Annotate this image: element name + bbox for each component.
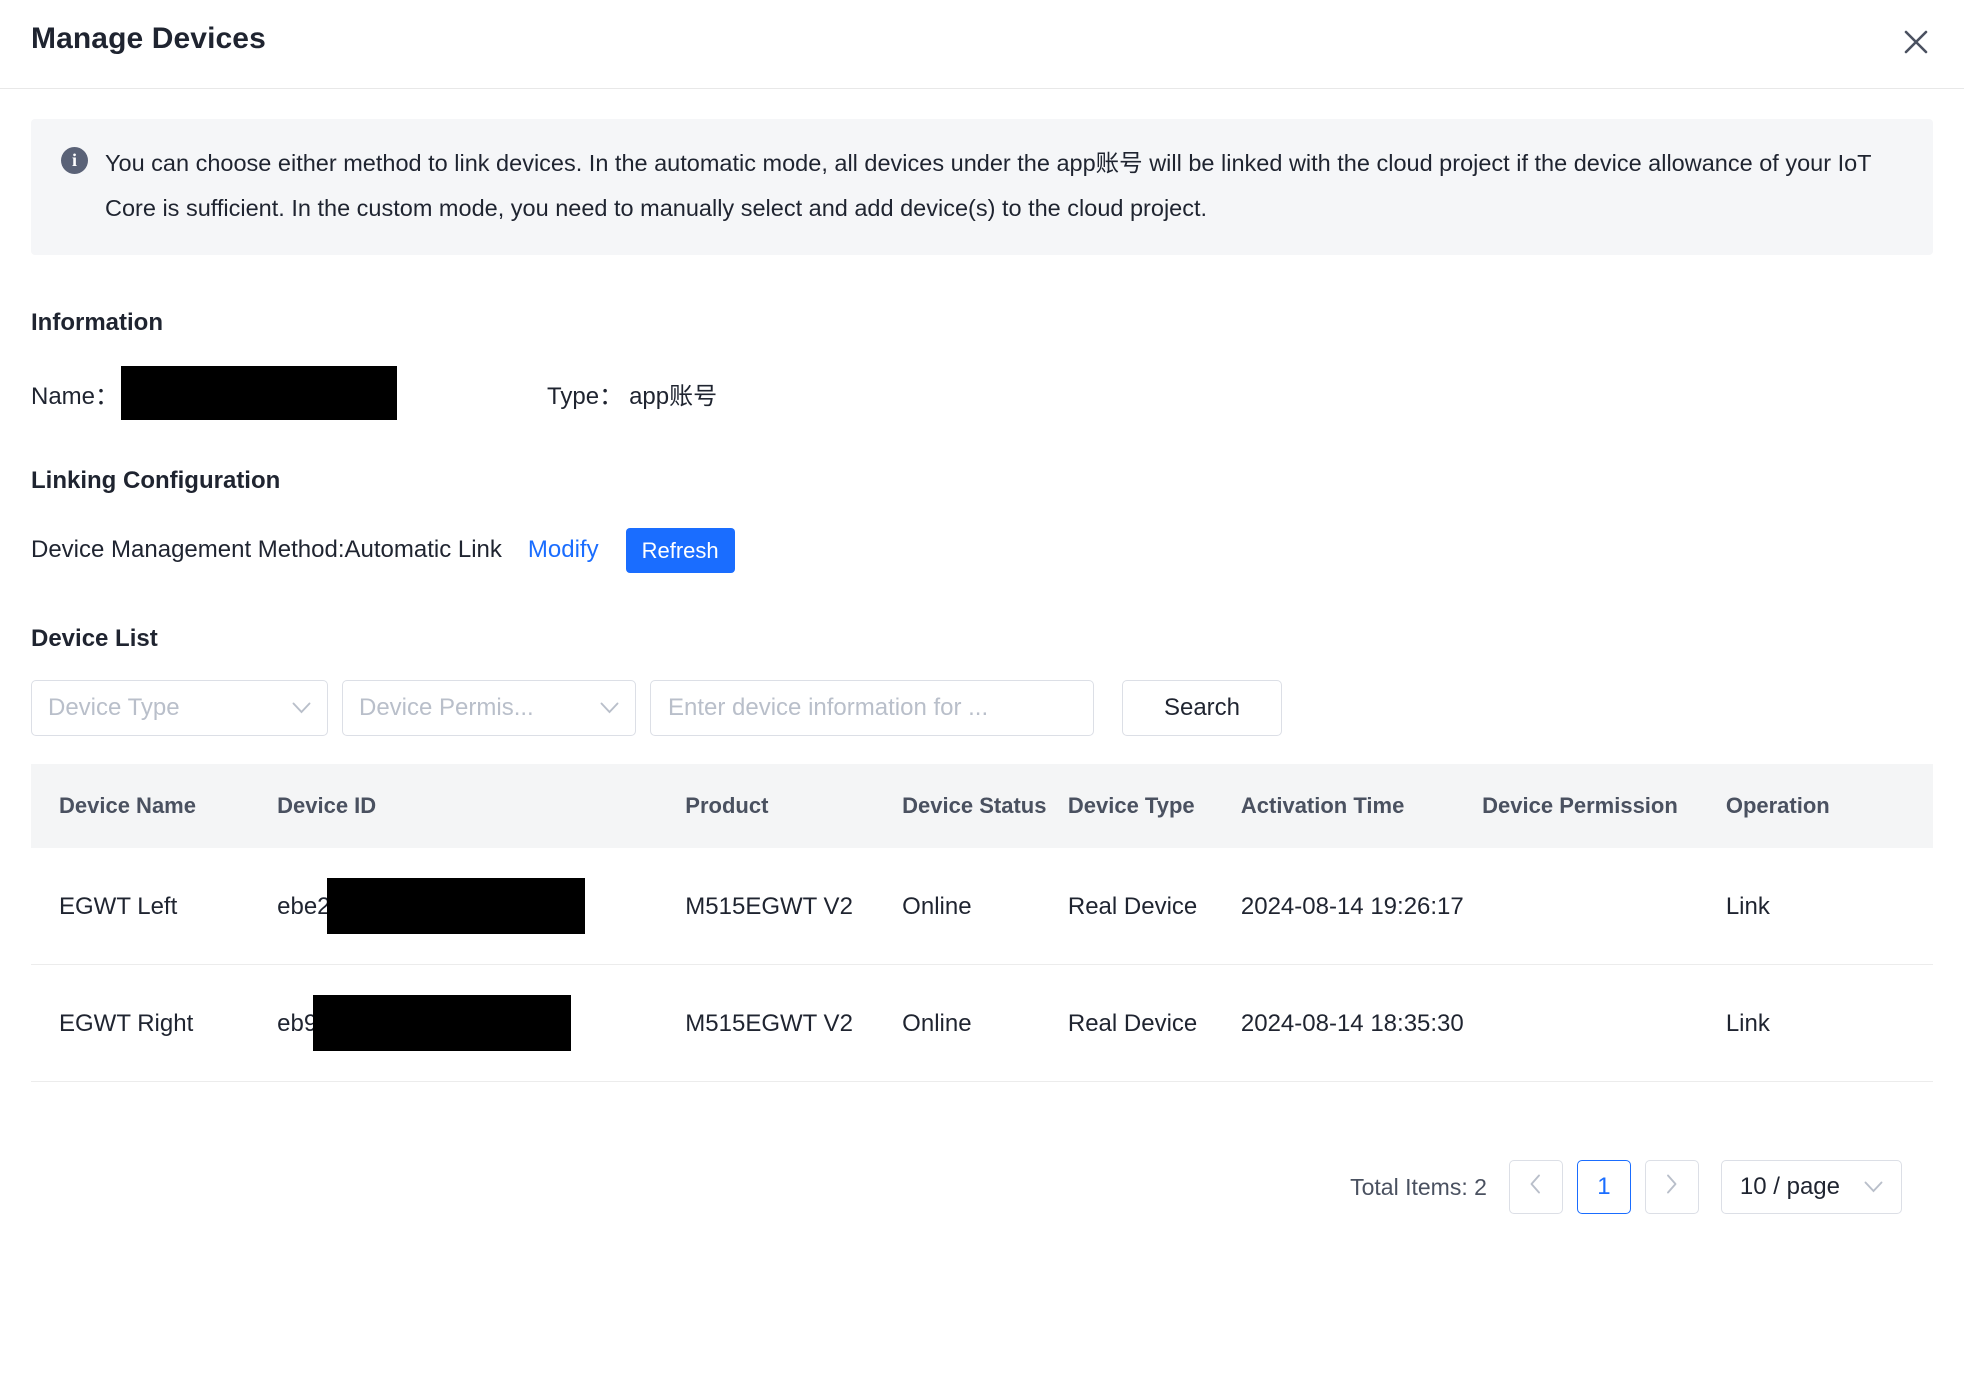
cell-device-name: EGWT Right [31,964,278,1082]
page-size-select[interactable]: 10 / page [1720,1160,1902,1214]
refresh-button[interactable]: Refresh [625,527,735,573]
device-permission-placeholder: Device Permis... [359,694,534,721]
device-management-method-text: Device Management Method:Automatic Link [31,536,502,563]
device-permission-select[interactable]: Device Permis... [342,680,636,736]
cell-device-type: Real Device [1067,848,1241,965]
table-header-row: Device Name Device ID Product Device Sta… [31,764,1933,848]
device-type-select[interactable]: Device Type [31,680,328,736]
column-header-device-type: Device Type [1067,764,1241,848]
column-header-product: Product [685,764,903,848]
device-id-redaction [313,995,572,1051]
type-label: Type： [547,382,624,410]
device-list-section-title: Device List [31,625,158,652]
cell-product: M515EGWT V2 [685,964,903,1082]
cell-device-permission [1482,848,1726,965]
table-row: EGWT Right eb9 M515EGWT V2 Online Real D… [31,964,1933,1082]
column-header-device-id: Device ID [277,764,686,848]
status-badge: Online [902,848,1068,965]
page-title: Manage Devices [31,22,266,55]
next-page-button[interactable] [1644,1160,1699,1214]
chevron-down-icon [292,702,311,714]
name-value-redaction [121,366,398,420]
chevron-left-icon [1529,1173,1542,1201]
device-filter-bar: Device Type Device Permis... Search [31,680,1933,736]
cell-device-id: ebe2 [277,848,686,965]
information-section-title: Information [31,309,163,336]
pagination: Total Items: 2 1 10 / page [31,1160,1933,1214]
chevron-right-icon [1665,1173,1678,1201]
column-header-device-name: Device Name [31,764,278,848]
cell-activation-time: 2024-08-14 18:35:30 [1240,964,1483,1082]
cell-device-id: eb9 [277,964,686,1082]
linking-configuration-section-title: Linking Configuration [31,467,281,494]
table-row: EGWT Left ebe2 M515EGWT V2 Online Real D… [31,848,1933,965]
information-row: Name： Type： app账号 [31,365,1933,421]
column-header-operation: Operation [1725,764,1933,848]
modify-link[interactable]: Modify [528,536,599,564]
device-id-redaction [326,878,585,934]
device-table-body: EGWT Left ebe2 M515EGWT V2 Online Real D… [31,848,1933,1082]
info-banner: i You can choose either method to link d… [31,119,1933,255]
column-header-activation-time: Activation Time [1240,764,1483,848]
dialog-body: i You can choose either method to link d… [0,119,1964,1214]
device-search-input[interactable] [650,680,1094,736]
chevron-down-icon [600,702,619,714]
linking-configuration-row: Device Management Method:Automatic Link … [31,525,1933,575]
page-size-label: 10 / page [1739,1173,1840,1200]
cell-device-name: EGWT Left [31,848,278,965]
device-id-prefix: ebe2 [277,892,331,920]
type-value: app账号 [629,382,718,410]
device-type-placeholder: Device Type [48,694,180,721]
status-badge: Online [902,964,1068,1082]
previous-page-button[interactable] [1508,1160,1563,1214]
column-header-device-status: Device Status [902,764,1068,848]
dialog-header: Manage Devices [0,0,1964,89]
device-table: Device Name Device ID Product Device Sta… [31,764,1933,1082]
close-icon [1903,29,1929,55]
column-header-device-permission: Device Permission [1482,764,1726,848]
info-banner-text: You can choose either method to link dev… [105,150,1872,221]
device-id-prefix: eb9 [277,1009,318,1037]
cell-device-permission [1482,964,1726,1082]
cell-activation-time: 2024-08-14 19:26:17 [1240,848,1483,965]
page-number-button[interactable]: 1 [1576,1160,1631,1214]
close-button[interactable] [1890,16,1942,68]
cell-product: M515EGWT V2 [685,848,903,965]
cell-device-type: Real Device [1067,964,1241,1082]
link-action-button[interactable]: Link [1725,964,1933,1082]
info-icon: i [61,147,88,174]
device-table-head: Device Name Device ID Product Device Sta… [31,764,1933,848]
total-items-label: Total Items: 2 [1350,1173,1487,1200]
type-group: Type： app账号 [547,376,717,411]
name-label: Name： [31,382,120,410]
search-button[interactable]: Search [1122,680,1282,736]
chevron-down-icon [1864,1181,1883,1193]
link-action-button[interactable]: Link [1725,848,1933,965]
